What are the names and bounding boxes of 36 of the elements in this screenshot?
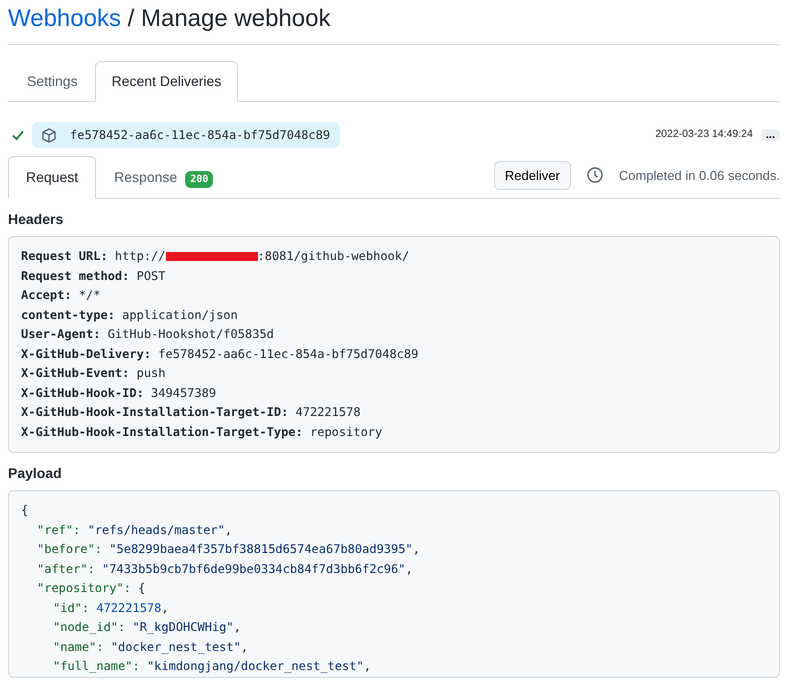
header-line: content-type: application/json: [21, 306, 239, 324]
header-line: X-GitHub-Hook-Installation-Target-ID: 472221578: [21, 404, 362, 421]
redeliver-button[interactable]: Redeliver: [494, 160, 571, 190]
header-line: User-Agent: GitHub-Hookshot/f05835d: [21, 326, 275, 343]
section-heading: Headers: [8, 210, 64, 229]
payload-line: "after": "7433b5b9cb7bf6de99be0334cb84f7d3bb6f2c96",: [36, 560, 414, 578]
header-line: X-GitHub-Event: push: [21, 365, 166, 382]
clock-icon: [586, 167, 603, 184]
status-badge: 200: [185, 171, 214, 188]
section-heading: Payload: [8, 464, 63, 483]
tab[interactable]: Response 200: [96, 156, 232, 199]
tab[interactable]: Recent Deliveries: [94, 61, 238, 102]
timestamp: 2022-03-23 14:49:24: [655, 127, 753, 142]
tab[interactable]: Request: [8, 156, 96, 199]
payload-line: "name": "docker_nest_test",: [52, 638, 250, 656]
payload-line: "before": "5e8299baea4f357bf38815d6574ea67b80ad9395",: [36, 541, 421, 558]
header-line: Request method: POST: [21, 268, 166, 284]
tab[interactable]: Settings: [10, 61, 95, 102]
header-line: Accept: */*: [21, 287, 102, 304]
payload-line: "full_name": "kimdongjang/docker_nest_test",: [52, 658, 372, 675]
header-line: X-GitHub-Delivery: fe578452-aa6c-11ec-854a-bf75d7048c89: [21, 346, 420, 362]
payload-line: "node_id": "R_kgDOHCWHig",: [52, 619, 242, 636]
payload-line: "id": 472221578,: [52, 600, 170, 616]
completed-text: Completed in 0.06 seconds.: [618, 166, 780, 185]
delivery-guid[interactable]: fe578452-aa6c-11ec-854a-bf75d7048c89: [32, 122, 340, 148]
package-icon: [42, 128, 56, 142]
page-title: Manage webhook: [140, 5, 330, 32]
header-line: Request URL: http:// :8081/github-webhook/: [21, 248, 410, 265]
payload-line: {: [21, 502, 30, 519]
breadcrumb-link[interactable]: Webhooks: [8, 5, 121, 32]
breadcrumb-separator: /: [126, 5, 136, 32]
payload-line: "repository": {: [36, 580, 146, 597]
header-line: X-GitHub-Hook-ID: 349457389: [21, 384, 218, 402]
header-line: X-GitHub-Hook-Installation-Target-Type: repository: [21, 424, 384, 440]
payload-line: "ref": "refs/heads/master",: [36, 522, 234, 538]
more-button[interactable]: ...: [760, 129, 780, 141]
